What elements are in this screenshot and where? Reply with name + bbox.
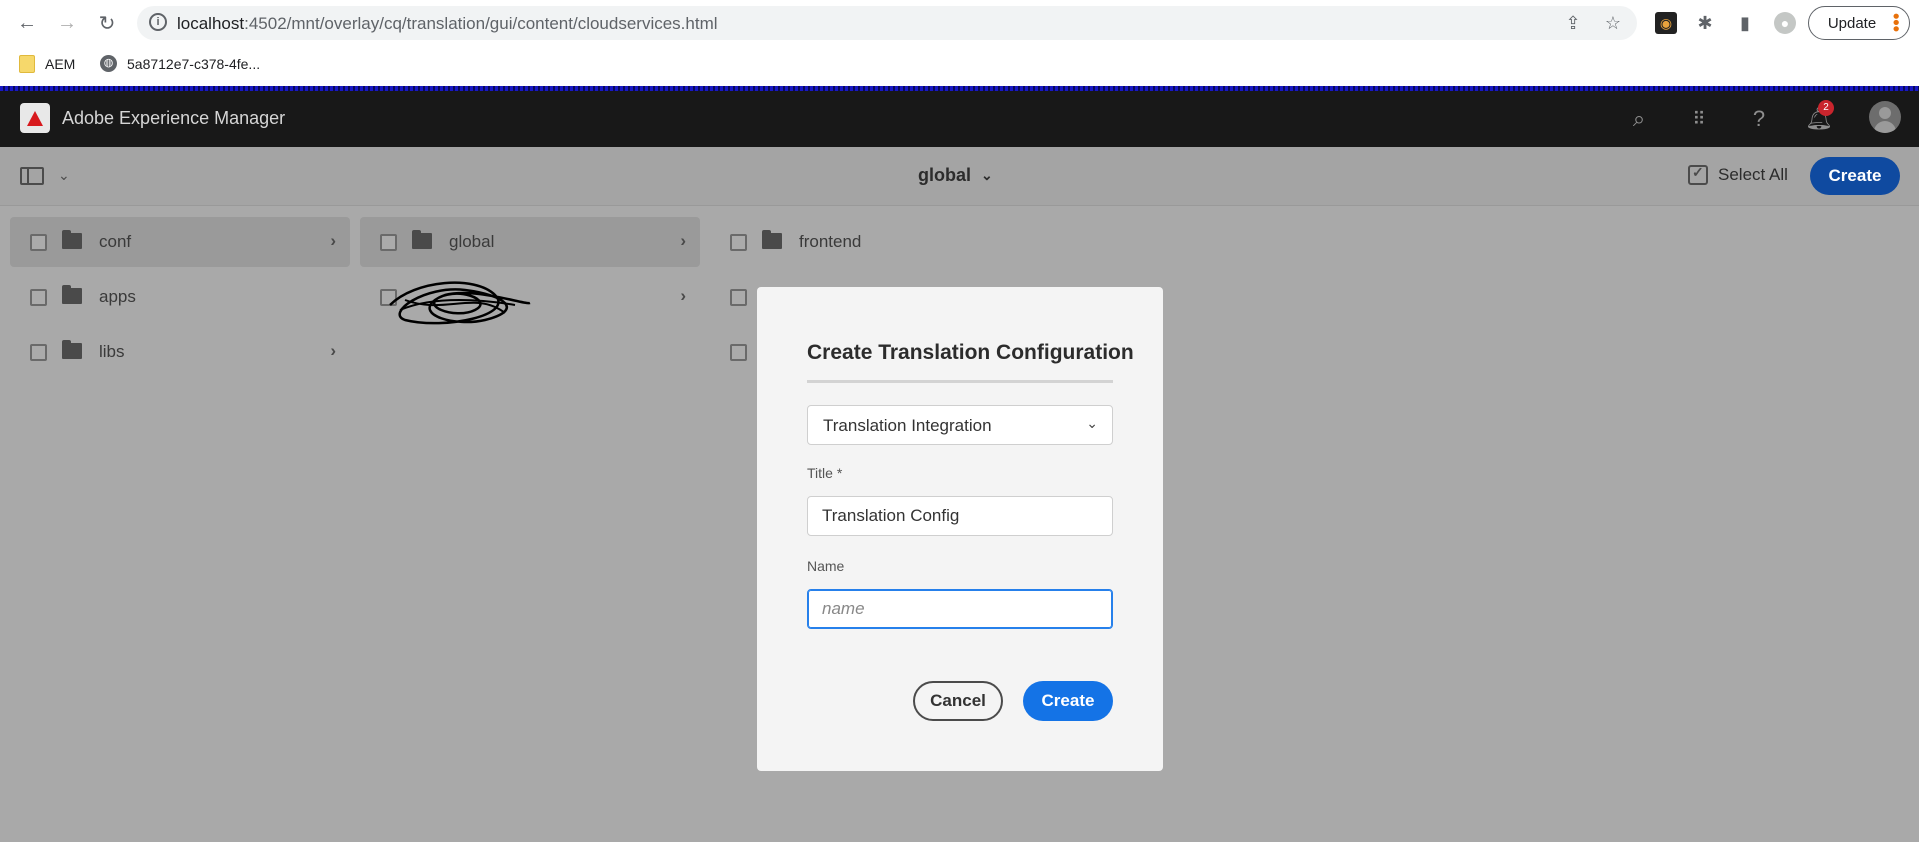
cancel-button[interactable]: Cancel <box>913 681 1003 721</box>
folder-icon <box>62 340 82 359</box>
item-checkbox[interactable] <box>730 234 747 251</box>
aem-header: Adobe Experience Manager ⌕ ⠿ ? 🔔︎ <box>0 91 1919 147</box>
select-all-icon <box>1688 164 1708 185</box>
chevron-right-icon: › <box>330 231 336 250</box>
create-button[interactable]: Create <box>1810 157 1900 195</box>
item-checkbox[interactable] <box>380 234 397 251</box>
side-panel-icon[interactable]: ▮ <box>1734 12 1756 34</box>
item-checkbox[interactable] <box>30 289 47 306</box>
forward-icon[interactable]: → <box>55 11 79 35</box>
breadcrumb[interactable]: global ⌄ <box>918 165 993 186</box>
title-field-label: Title * <box>807 465 843 481</box>
item-checkbox[interactable] <box>730 289 747 306</box>
redaction-scribble <box>389 281 531 325</box>
configuration-type-select[interactable]: Translation Integration ⌄ <box>807 405 1113 445</box>
title-field[interactable] <box>807 496 1113 536</box>
chevron-down-icon: ⌄ <box>1086 415 1098 431</box>
folder-icon <box>62 285 82 304</box>
title-input[interactable] <box>808 497 1112 535</box>
chevron-right-icon: › <box>680 286 686 305</box>
search-icon[interactable]: ⌕ <box>1625 105 1653 133</box>
action-bar: ⌄ global ⌄ Select All <box>0 147 1919 206</box>
help-icon[interactable]: ? <box>1745 105 1773 133</box>
extensions-puzzle-icon[interactable]: ✱ <box>1694 12 1716 34</box>
chevron-down-icon: ⌄ <box>981 167 993 183</box>
user-avatar[interactable] <box>1869 101 1901 133</box>
profile-icon[interactable]: ● <box>1774 12 1796 34</box>
bookmark-star-icon[interactable]: ☆ <box>1602 12 1624 34</box>
name-field-label: Name <box>807 558 845 574</box>
bookmark-guid[interactable]: ◍ 5a8712e7-c378-4fe... <box>100 55 260 72</box>
apps-grid-icon[interactable]: ⠿ <box>1685 105 1713 133</box>
folder-icon <box>62 230 82 249</box>
share-icon[interactable]: ⇪ <box>1562 12 1584 34</box>
dialog-divider <box>807 380 1113 383</box>
app-title[interactable]: Adobe Experience Manager <box>62 108 285 129</box>
create-confirm-button[interactable]: Create <box>1023 681 1113 721</box>
browser-toolbar: ← → ↻ i localhost:4502/mnt/overlay/cq/tr… <box>0 0 1919 46</box>
chevron-down-icon[interactable]: ⌄ <box>58 167 70 184</box>
bookmarks-bar: AEM ◍ 5a8712e7-c378-4fe... <box>0 46 1919 86</box>
name-input[interactable] <box>808 590 1112 628</box>
item-checkbox[interactable] <box>30 234 47 251</box>
item-checkbox[interactable] <box>30 344 47 361</box>
globe-icon: ◍ <box>100 55 117 72</box>
folder-icon <box>19 55 35 73</box>
site-info-icon[interactable]: i <box>149 13 167 31</box>
rail-toggle-icon[interactable] <box>20 167 44 185</box>
column-item-apps[interactable]: apps <box>10 272 350 322</box>
folder-icon <box>412 230 432 249</box>
adobe-logo-icon[interactable] <box>20 103 50 133</box>
bookmark-aem[interactable]: AEM <box>19 55 75 73</box>
folder-icon <box>762 230 782 249</box>
menu-dots-icon[interactable]: ••• <box>1886 13 1906 32</box>
column-item-global[interactable]: global › <box>360 217 700 267</box>
chevron-right-icon: › <box>680 231 686 250</box>
name-field[interactable] <box>807 589 1113 629</box>
column-item-libs[interactable]: libs › <box>10 327 350 377</box>
create-translation-dialog: Create Translation Configuration Transla… <box>757 287 1163 771</box>
back-icon[interactable]: ← <box>15 11 39 35</box>
chevron-right-icon: › <box>330 341 336 360</box>
select-all-button[interactable]: Select All <box>1688 164 1788 185</box>
reload-icon[interactable]: ↻ <box>95 11 119 35</box>
column-item-frontend[interactable]: frontend <box>710 217 1050 267</box>
notification-badge: 2 <box>1818 100 1834 116</box>
dialog-title: Create Translation Configuration <box>807 341 1134 364</box>
address-url[interactable]: localhost:4502/mnt/overlay/cq/translatio… <box>177 14 718 34</box>
column-item-conf[interactable]: conf › <box>10 217 350 267</box>
address-bar[interactable]: i localhost:4502/mnt/overlay/cq/translat… <box>137 6 1637 40</box>
extension-icon[interactable]: ◉ <box>1655 12 1677 34</box>
update-button[interactable]: Update ••• <box>1808 6 1910 40</box>
item-checkbox[interactable] <box>730 344 747 361</box>
